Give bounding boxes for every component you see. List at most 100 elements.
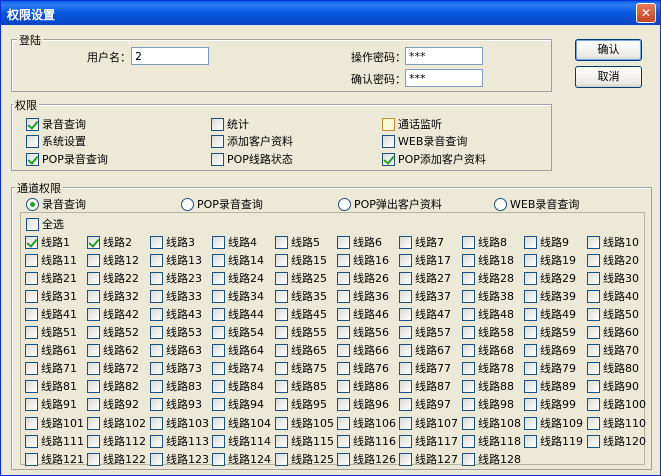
line-checkbox[interactable]: 线路49 [524, 306, 576, 322]
line-checkbox[interactable]: 线路119 [524, 433, 583, 449]
permission-checkbox-box[interactable] [211, 117, 224, 131]
line-checkbox-box[interactable] [275, 253, 288, 267]
line-checkbox[interactable]: 线路42 [87, 306, 139, 322]
line-checkbox[interactable]: 线路26 [337, 270, 389, 286]
line-checkbox-box[interactable] [212, 452, 225, 466]
line-checkbox-box[interactable] [150, 434, 163, 448]
line-checkbox[interactable]: 线路108 [462, 415, 521, 431]
line-checkbox[interactable]: 线路118 [462, 433, 521, 449]
line-checkbox[interactable]: 线路69 [524, 342, 576, 358]
line-checkbox-box[interactable] [462, 397, 475, 411]
line-checkbox-box[interactable] [25, 416, 38, 430]
line-checkbox-box[interactable] [275, 235, 288, 249]
channel-radio[interactable]: WEB录音查询 [494, 196, 579, 212]
permission-checkbox-box[interactable] [382, 152, 395, 166]
line-checkbox-box[interactable] [524, 434, 537, 448]
line-checkbox[interactable]: 线路5 [275, 234, 320, 250]
line-checkbox[interactable]: 线路22 [87, 270, 139, 286]
line-checkbox[interactable]: 线路45 [275, 306, 327, 322]
line-checkbox-box[interactable] [275, 397, 288, 411]
line-checkbox-box[interactable] [212, 397, 225, 411]
line-checkbox-box[interactable] [150, 325, 163, 339]
line-checkbox[interactable]: 线路70 [587, 342, 639, 358]
line-checkbox-box[interactable] [275, 343, 288, 357]
title-bar[interactable]: 权限设置 ✕ [1, 1, 660, 25]
line-checkbox[interactable]: 线路53 [150, 324, 202, 340]
line-checkbox[interactable]: 线路111 [25, 433, 84, 449]
line-checkbox[interactable]: 线路27 [399, 270, 451, 286]
line-checkbox[interactable]: 线路104 [212, 415, 271, 431]
line-checkbox-box[interactable] [462, 325, 475, 339]
line-checkbox-box[interactable] [524, 379, 537, 393]
line-checkbox[interactable]: 线路9 [524, 234, 569, 250]
line-checkbox-box[interactable] [587, 307, 600, 321]
permission-checkbox[interactable]: WEB录音查询 [382, 133, 467, 149]
line-checkbox[interactable]: 线路124 [212, 451, 271, 467]
line-checkbox-box[interactable] [275, 434, 288, 448]
channel-radio[interactable]: POP录音查询 [181, 196, 263, 212]
line-checkbox[interactable]: 线路79 [524, 360, 576, 376]
line-checkbox-box[interactable] [399, 235, 412, 249]
op-password-input[interactable]: *** [405, 47, 483, 65]
permission-checkbox[interactable]: 系统设置 [26, 133, 86, 149]
line-checkbox[interactable]: 线路117 [399, 433, 458, 449]
line-checkbox-box[interactable] [25, 452, 38, 466]
line-checkbox-box[interactable] [275, 325, 288, 339]
line-checkbox-box[interactable] [212, 379, 225, 393]
line-checkbox-box[interactable] [524, 397, 537, 411]
line-checkbox[interactable]: 线路1 [25, 234, 70, 250]
line-checkbox[interactable]: 线路12 [87, 252, 139, 268]
line-checkbox-box[interactable] [212, 253, 225, 267]
cancel-button[interactable]: 取消 [575, 66, 642, 88]
line-checkbox[interactable]: 线路81 [25, 378, 77, 394]
line-checkbox-box[interactable] [150, 361, 163, 375]
channel-radio-dot[interactable] [181, 197, 194, 211]
line-checkbox[interactable]: 线路64 [212, 342, 264, 358]
permission-checkbox-box[interactable] [382, 134, 395, 148]
line-checkbox[interactable]: 线路97 [399, 396, 451, 412]
line-checkbox[interactable]: 线路17 [399, 252, 451, 268]
permission-checkbox[interactable]: POP录音查询 [26, 151, 108, 167]
line-checkbox-box[interactable] [462, 434, 475, 448]
line-checkbox-box[interactable] [462, 271, 475, 285]
line-checkbox[interactable]: 线路63 [150, 342, 202, 358]
permission-checkbox-box[interactable] [211, 134, 224, 148]
line-checkbox[interactable]: 线路107 [399, 415, 458, 431]
line-checkbox-box[interactable] [87, 452, 100, 466]
line-checkbox-box[interactable] [275, 289, 288, 303]
line-checkbox-box[interactable] [212, 343, 225, 357]
line-checkbox[interactable]: 线路102 [87, 415, 146, 431]
line-checkbox-box[interactable] [150, 343, 163, 357]
line-checkbox-box[interactable] [587, 325, 600, 339]
line-checkbox-box[interactable] [275, 361, 288, 375]
line-checkbox-box[interactable] [524, 235, 537, 249]
line-checkbox-box[interactable] [150, 289, 163, 303]
line-checkbox[interactable]: 线路47 [399, 306, 451, 322]
line-checkbox-box[interactable] [212, 235, 225, 249]
line-checkbox[interactable]: 线路28 [462, 270, 514, 286]
line-checkbox[interactable]: 线路13 [150, 252, 202, 268]
select-all-checkbox[interactable]: 全选 [26, 216, 64, 232]
line-checkbox-box[interactable] [150, 452, 163, 466]
line-checkbox[interactable]: 线路36 [337, 288, 389, 304]
line-checkbox-box[interactable] [25, 325, 38, 339]
ok-button[interactable]: 确认 [575, 39, 642, 61]
line-checkbox[interactable]: 线路114 [212, 433, 271, 449]
line-checkbox[interactable]: 线路96 [337, 396, 389, 412]
line-checkbox-box[interactable] [587, 271, 600, 285]
username-input[interactable]: 2 [131, 47, 209, 65]
line-checkbox-box[interactable] [212, 416, 225, 430]
line-checkbox-box[interactable] [587, 361, 600, 375]
line-checkbox[interactable]: 线路112 [87, 433, 146, 449]
line-checkbox[interactable]: 线路125 [275, 451, 334, 467]
line-checkbox[interactable]: 线路29 [524, 270, 576, 286]
line-checkbox[interactable]: 线路31 [25, 288, 77, 304]
permission-checkbox[interactable]: 通话监听 [382, 116, 442, 132]
line-checkbox[interactable]: 线路23 [150, 270, 202, 286]
line-checkbox-box[interactable] [524, 416, 537, 430]
line-checkbox-box[interactable] [275, 307, 288, 321]
line-checkbox-box[interactable] [587, 235, 600, 249]
line-checkbox-box[interactable] [587, 416, 600, 430]
permission-checkbox-box[interactable] [211, 152, 224, 166]
line-checkbox-box[interactable] [87, 379, 100, 393]
